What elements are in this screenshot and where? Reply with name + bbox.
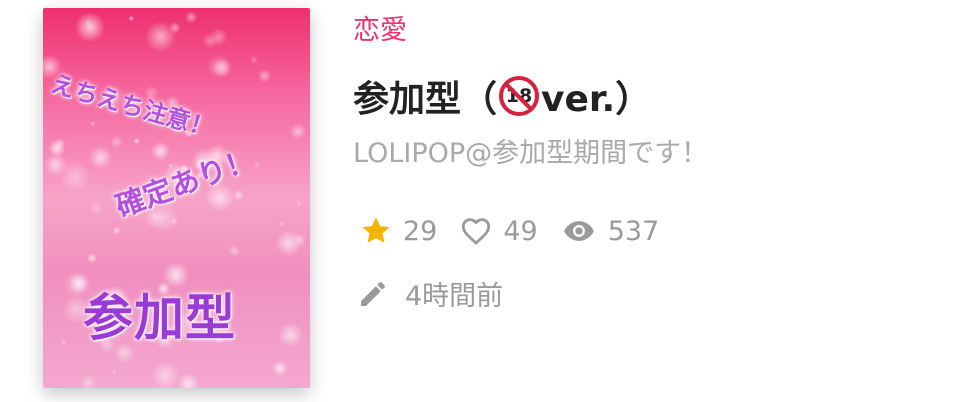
cover-sparkle [151, 361, 180, 388]
heart-outline-icon [462, 218, 491, 245]
cover-sparkle [48, 139, 66, 157]
no-under-18-icon: 18 [499, 76, 540, 116]
star-icon [362, 217, 390, 243]
cover-sparkle [207, 55, 231, 79]
view-count-value: 537 [607, 215, 660, 247]
cover-sparkle [88, 146, 112, 170]
story-title[interactable]: 参加型（ 18 ver.） [353, 70, 651, 122]
cover-sparkle [133, 137, 140, 145]
cover-sparkle [84, 19, 92, 26]
story-info: 恋愛 参加型（ 18 ver.） LOLIPOP@参加型期間です！ 29 49 [353, 0, 960, 402]
cover-sparkle [112, 369, 117, 374]
cover-image[interactable]: えちえち注意！ 確定あり！ 参加型 [43, 8, 310, 388]
view-count: 537 [560, 214, 660, 248]
cover-sparkle [86, 252, 98, 264]
cover-caption-title: 参加型 [83, 289, 236, 347]
category-tag[interactable]: 恋愛 [353, 8, 407, 47]
story-subtitle: LOLIPOP@参加型期間です！ [353, 138, 709, 169]
cover-sparkle [184, 10, 198, 24]
cover-sparkle [293, 232, 307, 247]
cover-sparkle [44, 153, 68, 177]
like-count-value: 49 [503, 215, 538, 247]
cover-sparkle [90, 202, 103, 215]
cover-sparkle [272, 360, 288, 376]
cover-sparkle [177, 373, 200, 388]
title-prefix: 参加型（ [353, 79, 498, 120]
updated-time-value: 4時間前 [405, 281, 504, 312]
star-count: 29 [359, 214, 437, 248]
cover-sparkle [144, 21, 177, 53]
cover-sparkle [202, 33, 218, 49]
cover-sparkle [228, 245, 241, 257]
cover-sparkle [249, 55, 259, 65]
cover-sparkle [110, 135, 124, 149]
cover-sparkle [74, 11, 106, 43]
star-count-value: 29 [403, 215, 438, 247]
cover-sparkle [113, 226, 121, 235]
cover-sparkle [233, 189, 244, 201]
cover-sparkle [278, 220, 285, 228]
cover-sparkle [289, 123, 307, 140]
story-stats: 29 49 537 [359, 214, 681, 248]
cover-sparkle [150, 141, 170, 161]
cover-sparkle [257, 69, 272, 83]
title-suffix: ver.） [541, 79, 652, 120]
cover-sparkle [90, 121, 96, 126]
like-count: 49 [459, 214, 538, 248]
story-card[interactable]: えちえち注意！ 確定あり！ 参加型 恋愛 参加型（ 18 ver.） LOLIP… [0, 0, 960, 402]
cover-sparkle [60, 339, 67, 346]
cover-sparkle [128, 15, 135, 22]
pencil-icon [361, 281, 385, 306]
eye-icon [563, 221, 594, 241]
updated-time: 4時間前 [357, 274, 503, 313]
cover-sparkle [278, 322, 303, 348]
cover-sparkle [80, 374, 97, 388]
cover-sparkle [296, 201, 302, 206]
